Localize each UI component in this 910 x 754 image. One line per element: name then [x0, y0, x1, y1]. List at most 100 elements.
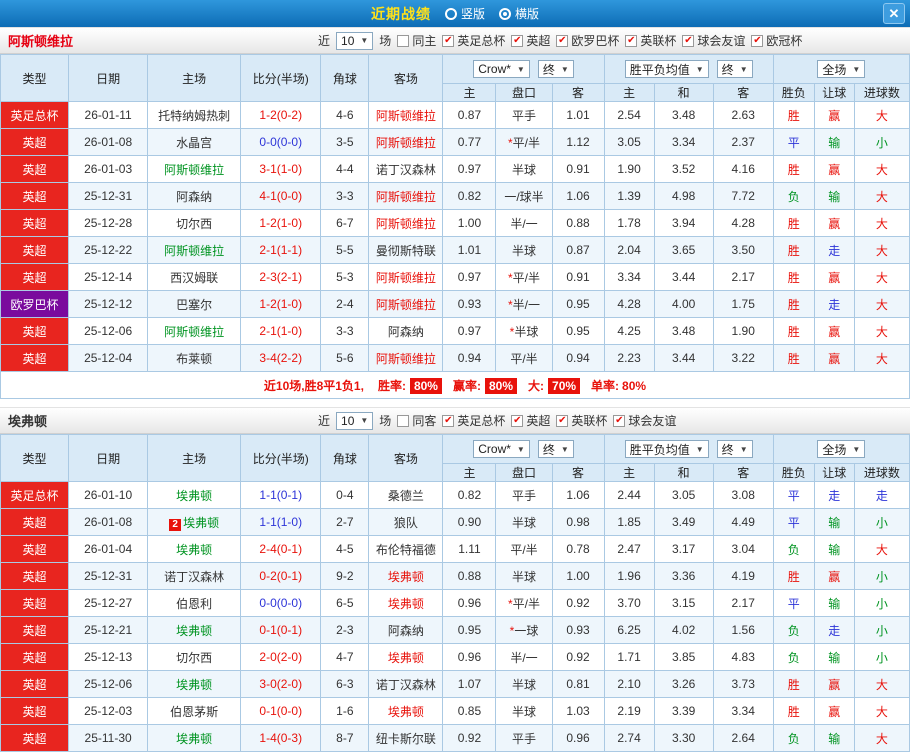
score-cell[interactable]: 2-3(2-1) [240, 263, 322, 291]
filter-checkbox[interactable]: ✔ 英超 [511, 412, 550, 429]
away-team-cell[interactable]: 埃弗顿 [368, 589, 444, 617]
filter-checkbox[interactable]: ✔ 欧罗巴杯 [556, 32, 619, 49]
away-team-cell[interactable]: 诺丁汉森林 [368, 670, 444, 698]
column-header-date: 日期 [68, 434, 149, 482]
away-team-cell[interactable]: 阿斯顿维拉 [368, 290, 444, 318]
home-team-cell[interactable]: 阿斯顿维拉 [147, 317, 242, 345]
column-subheader-euro-home: 主 [603, 463, 655, 482]
home-team-cell[interactable]: 阿森纳 [147, 182, 242, 210]
away-team-cell[interactable]: 阿斯顿维拉 [368, 101, 444, 129]
final-odds-select[interactable]: 终 ▼ [537, 60, 574, 78]
radio-vertical-layout[interactable]: 竖版 [444, 5, 485, 22]
away-team-cell[interactable]: 埃弗顿 [368, 697, 444, 725]
score-cell[interactable]: 3-0(2-0) [240, 670, 322, 698]
score-cell[interactable]: 2-1(1-0) [240, 317, 322, 345]
filter-checkbox[interactable]: ✔ 英联杯 [625, 32, 676, 49]
average-odds-select[interactable]: 胜平负均值 ▼ [624, 60, 709, 78]
score-cell[interactable]: 4-1(0-0) [240, 182, 322, 210]
home-team-cell[interactable]: 埃弗顿 [147, 616, 242, 644]
away-team-cell[interactable]: 曼彻斯特联 [368, 236, 444, 264]
score-cell[interactable]: 0-2(0-1) [240, 562, 322, 590]
score-cell[interactable]: 2-4(0-1) [240, 535, 322, 563]
home-team-cell[interactable]: 诺丁汉森林 [147, 562, 242, 590]
home-team-cell[interactable]: 西汉姆联 [147, 263, 242, 291]
score-cell[interactable]: 3-4(2-2) [240, 344, 322, 372]
away-team-cell[interactable]: 诺丁汉森林 [368, 155, 444, 183]
away-team-cell[interactable]: 阿斯顿维拉 [368, 209, 444, 237]
home-team-cell[interactable]: 埃弗顿 [147, 481, 242, 509]
home-team-cell[interactable]: 埃弗顿 [147, 724, 242, 752]
radio-horizontal-layout[interactable]: 横版 [499, 5, 539, 22]
away-team-cell[interactable]: 纽卡斯尔联 [368, 724, 444, 752]
score-cell[interactable]: 1-1(0-1) [240, 481, 322, 509]
home-team-cell[interactable]: 伯恩利 [147, 589, 242, 617]
result-cell: 负 [772, 643, 815, 671]
match-count-select[interactable]: 10 ▼ [336, 411, 374, 430]
score-cell[interactable]: 0-1(0-0) [240, 697, 322, 725]
away-team-cell[interactable]: 阿斯顿维拉 [368, 182, 444, 210]
home-team-cell[interactable]: 巴塞尔 [147, 290, 242, 318]
away-team-cell[interactable]: 埃弗顿 [368, 562, 444, 590]
handicap-result-cell: 输 [813, 535, 855, 563]
home-team-cell[interactable]: 阿斯顿维拉 [147, 155, 242, 183]
handicap-cell: 平手 [495, 724, 553, 752]
score-cell[interactable]: 1-2(1-0) [240, 209, 322, 237]
final-odds-select[interactable]: 终 ▼ [716, 60, 753, 78]
full-match-select[interactable]: 全场 ▼ [817, 60, 866, 78]
home-team-cell[interactable]: 布莱顿 [147, 344, 242, 372]
corner-cell: 2-7 [320, 508, 370, 536]
score-cell[interactable]: 1-2(1-0) [240, 290, 322, 318]
away-team-cell[interactable]: 布伦特福德 [368, 535, 444, 563]
close-button[interactable]: ✕ [883, 3, 905, 24]
score-cell[interactable]: 2-1(1-1) [240, 236, 322, 264]
home-team-name: 埃弗顿 [176, 488, 213, 503]
filter-checkbox[interactable]: ✔ 英足总杯 [442, 32, 505, 49]
average-odds-select[interactable]: 胜平负均值 ▼ [624, 440, 709, 458]
filter-checkbox[interactable]: ✔ 欧冠杯 [751, 32, 802, 49]
away-team-cell[interactable]: 桑德兰 [368, 481, 444, 509]
team-name[interactable]: 阿斯顿维拉 [8, 31, 73, 50]
score-cell[interactable]: 1-4(0-3) [240, 724, 322, 752]
score-cell[interactable]: 3-1(1-0) [240, 155, 322, 183]
full-match-select[interactable]: 全场 ▼ [817, 440, 866, 458]
away-team-name: 阿斯顿维拉 [375, 297, 436, 312]
home-team-cell[interactable]: 切尔西 [147, 209, 242, 237]
crown-bookmaker-select[interactable]: Crow* ▼ [473, 60, 530, 78]
final-odds-select[interactable]: 终 ▼ [537, 440, 574, 458]
home-team-cell[interactable]: 阿斯顿维拉 [147, 236, 242, 264]
match-row: 英超 25-12-03 伯恩茅斯 0-1(0-0) 1-6 埃弗顿 0.85 半球 1.03 2.… [0, 697, 910, 725]
corner-cell: 3-5 [320, 128, 370, 156]
home-team-cell[interactable]: 埃弗顿 [147, 670, 242, 698]
match-count-select[interactable]: 10 ▼ [336, 31, 374, 50]
crown-bookmaker-select[interactable]: Crow* ▼ [473, 440, 530, 458]
team-name[interactable]: 埃弗顿 [8, 411, 47, 430]
away-team-cell[interactable]: 阿森纳 [368, 616, 444, 644]
filter-checkbox[interactable]: ✔ 英足总杯 [442, 412, 505, 429]
score-cell[interactable]: 0-0(0-0) [240, 589, 322, 617]
score-cell[interactable]: 2-0(2-0) [240, 643, 322, 671]
home-team-cell[interactable]: 托特纳姆热刺 [147, 101, 242, 129]
home-team-cell[interactable]: 2 埃弗顿 [147, 508, 242, 536]
league-cell: 英超 [0, 589, 70, 617]
score-cell[interactable]: 0-1(0-1) [240, 616, 322, 644]
final-odds-select[interactable]: 终 ▼ [716, 440, 753, 458]
score-cell[interactable]: 1-1(1-0) [240, 508, 322, 536]
away-team-cell[interactable]: 埃弗顿 [368, 643, 444, 671]
home-team-cell[interactable]: 水晶宫 [147, 128, 242, 156]
home-team-cell[interactable]: 伯恩茅斯 [147, 697, 242, 725]
home-team-cell[interactable]: 埃弗顿 [147, 535, 242, 563]
filter-checkbox[interactable]: ✔ 球会友谊 [682, 32, 745, 49]
away-team-cell[interactable]: 狼队 [368, 508, 444, 536]
home-team-cell[interactable]: 切尔西 [147, 643, 242, 671]
away-team-cell[interactable]: 阿斯顿维拉 [368, 263, 444, 291]
away-team-cell[interactable]: 阿斯顿维拉 [368, 128, 444, 156]
away-team-cell[interactable]: 阿森纳 [368, 317, 444, 345]
away-team-cell[interactable]: 阿斯顿维拉 [368, 344, 444, 372]
filter-checkbox[interactable]: 同客 [397, 412, 436, 429]
filter-checkbox[interactable]: 同主 [397, 32, 436, 49]
filter-checkbox[interactable]: ✔ 英联杯 [556, 412, 607, 429]
filter-checkbox[interactable]: ✔ 球会友谊 [613, 412, 676, 429]
score-cell[interactable]: 1-2(0-2) [240, 101, 322, 129]
filter-checkbox[interactable]: ✔ 英超 [511, 32, 550, 49]
score-cell[interactable]: 0-0(0-0) [240, 128, 322, 156]
